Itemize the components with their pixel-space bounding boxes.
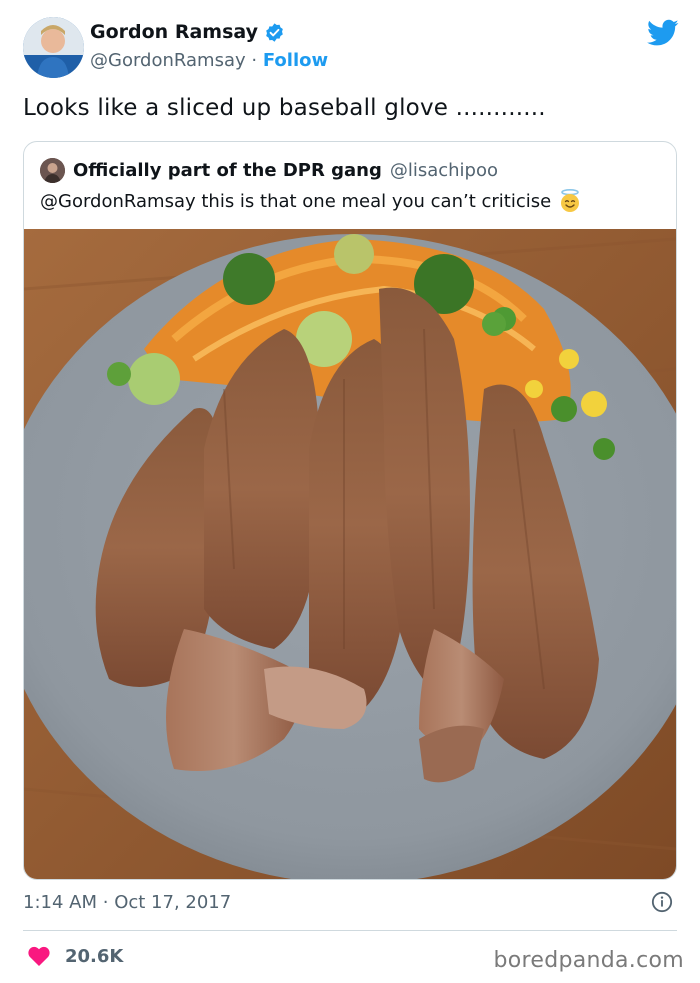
quoted-text-row: @GordonRamsay this is that one meal you … bbox=[40, 189, 581, 213]
info-icon[interactable] bbox=[651, 891, 673, 913]
quoted-header: Officially part of the DPR gang @lisachi… bbox=[40, 158, 498, 183]
tweet-meta: 1:14 AM · Oct 17, 2017 bbox=[23, 891, 675, 913]
smiling-face-with-halo-icon bbox=[561, 189, 580, 212]
verified-badge-icon bbox=[266, 22, 283, 42]
tweet-time[interactable]: 1:14 AM bbox=[23, 892, 97, 913]
like-count: 20.6K bbox=[65, 945, 124, 967]
like-control[interactable]: 20.6K bbox=[27, 945, 123, 967]
tweet-header: Gordon Ramsay @GordonRamsay · Follow bbox=[23, 17, 683, 81]
author-name[interactable]: Gordon Ramsay bbox=[90, 21, 258, 43]
quoted-author-handle[interactable]: @lisachipoo bbox=[390, 160, 498, 181]
tweet-card: Gordon Ramsay @GordonRamsay · Follow Loo… bbox=[0, 0, 700, 983]
meta-separator: · bbox=[102, 892, 109, 913]
heart-icon[interactable] bbox=[27, 945, 51, 967]
author-handle-row: @GordonRamsay · Follow bbox=[90, 50, 328, 71]
watermark: boredpanda.com bbox=[493, 948, 684, 973]
tweet-text: Looks like a sliced up baseball glove ..… bbox=[23, 95, 546, 121]
tweet-date[interactable]: Oct 17, 2017 bbox=[114, 892, 231, 913]
quoted-tweet[interactable]: Officially part of the DPR gang @lisachi… bbox=[23, 141, 677, 880]
quoted-avatar[interactable] bbox=[40, 158, 65, 183]
follow-button[interactable]: Follow bbox=[263, 50, 328, 71]
quoted-text: @GordonRamsay this is that one meal you … bbox=[40, 190, 552, 212]
author-name-row: Gordon Ramsay bbox=[90, 21, 285, 43]
divider bbox=[23, 930, 677, 931]
author-handle[interactable]: @GordonRamsay bbox=[90, 50, 246, 71]
author-avatar[interactable] bbox=[23, 17, 84, 78]
twitter-bird-icon[interactable] bbox=[647, 19, 679, 47]
handle-separator: · bbox=[251, 50, 258, 71]
quoted-author-name[interactable]: Officially part of the DPR gang bbox=[73, 160, 382, 181]
steak-photo[interactable] bbox=[24, 229, 676, 879]
